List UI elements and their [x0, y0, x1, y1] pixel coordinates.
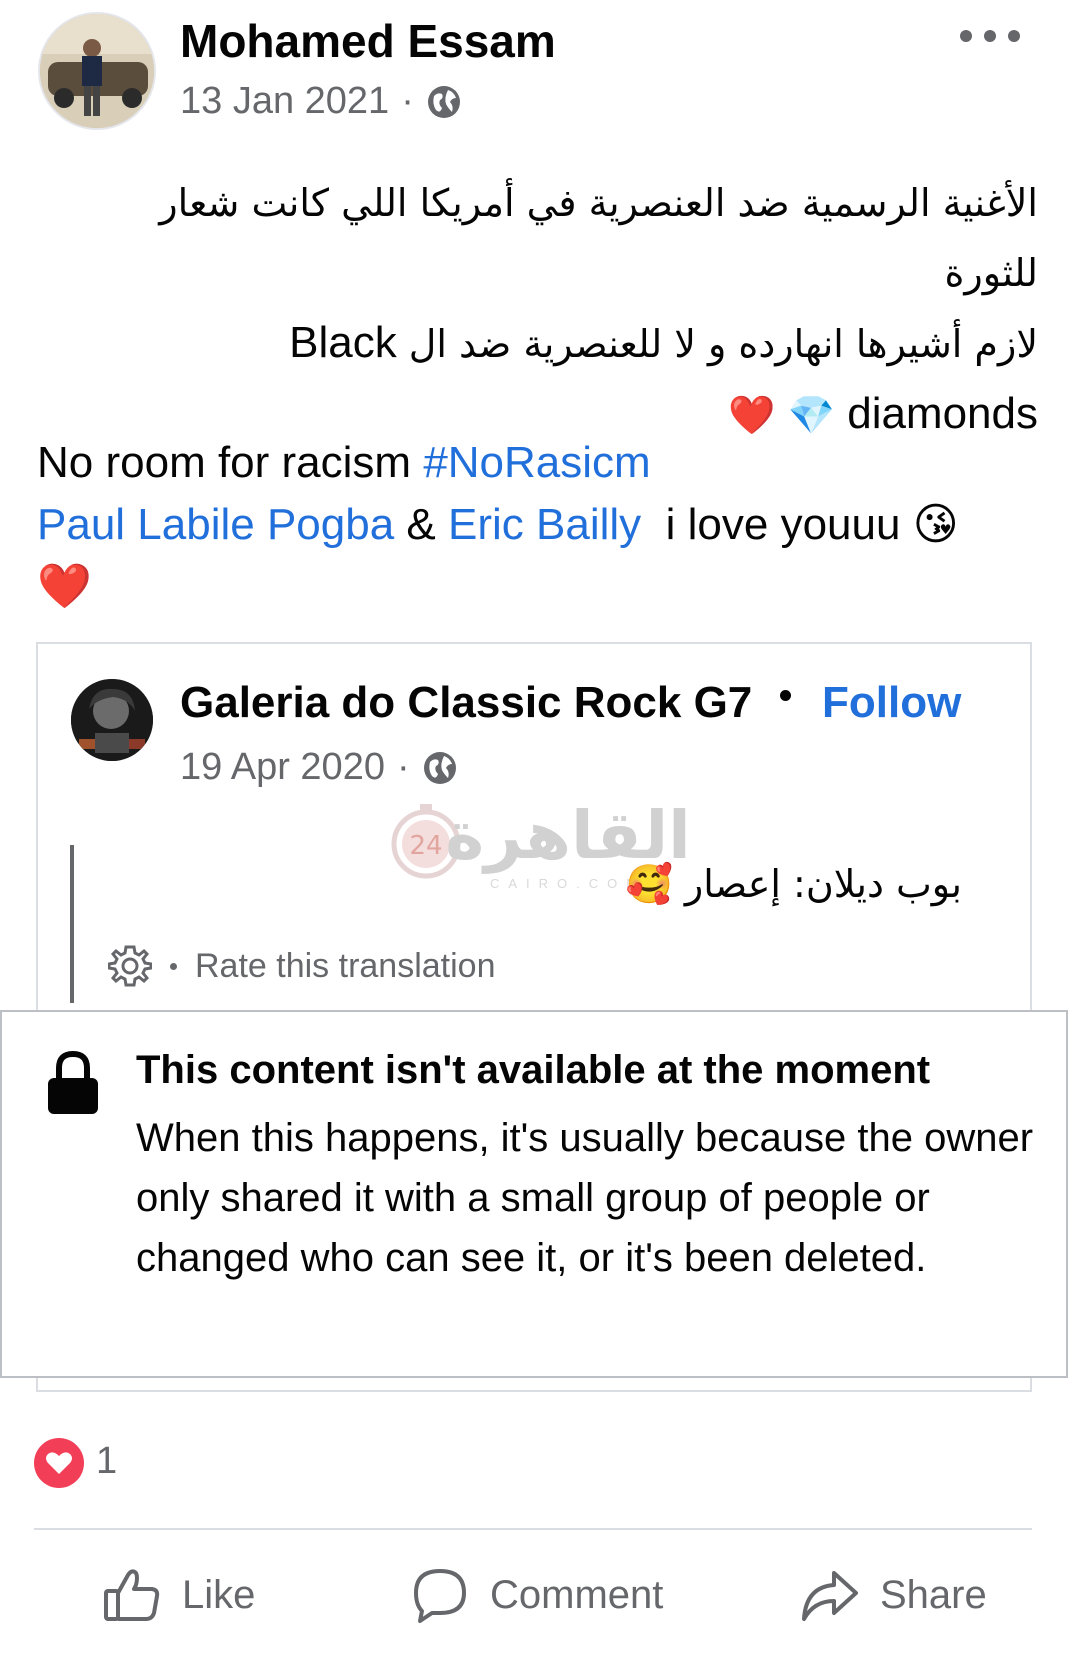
date-separator: · — [401, 80, 414, 122]
author-name[interactable]: Mohamed Essam — [180, 14, 556, 68]
lock-icon — [48, 1050, 98, 1114]
mention-pogba[interactable]: Paul Labile Pogba — [37, 500, 394, 549]
shared-post-date[interactable]: 19 Apr 2020 — [180, 746, 385, 789]
share-label: Share — [880, 1572, 987, 1617]
end-heart-emoji: ❤️ — [37, 562, 92, 611]
no-room-text: No room for racism — [37, 438, 412, 487]
rate-translation-link[interactable]: Rate this translation — [195, 947, 496, 986]
shared-post-meta: 19 Apr 2020 · — [180, 746, 458, 789]
post-text-english: No room for racism #NoRasicm Paul Labile… — [37, 432, 1037, 618]
unavailable-description: When this happens, it's usually because … — [136, 1116, 1034, 1280]
post-meta: 13 Jan 2021 · — [180, 80, 462, 123]
heart-icon — [46, 1452, 72, 1474]
kiss-emoji: 😘 — [912, 500, 959, 549]
post-line-3-english: Black — [289, 318, 397, 367]
watermark-badge: 24 — [409, 831, 442, 861]
more-dot — [984, 30, 996, 42]
unavailable-title: This content isn't available at the mome… — [136, 1048, 931, 1092]
share-icon — [802, 1571, 858, 1621]
love-reaction-icon[interactable] — [34, 1438, 84, 1488]
translated-arabic: بوب ديلان: إعصار — [684, 862, 962, 906]
author-avatar-image — [40, 14, 154, 128]
comment-button[interactable]: Comment — [410, 1562, 663, 1628]
post-line-1: الأغنية الرسمية ضد العنصرية في أمريكا ال… — [159, 181, 1038, 225]
like-button[interactable]: Like — [102, 1562, 255, 1628]
page-avatar-image — [71, 679, 153, 761]
like-label: Like — [182, 1572, 256, 1617]
quote-bar — [70, 845, 74, 1003]
comment-label: Comment — [490, 1572, 664, 1617]
follow-button[interactable]: Follow — [822, 678, 961, 728]
watermark-english: CAIRO.COM — [490, 876, 646, 891]
ampersand: & — [406, 500, 436, 549]
globe-icon — [427, 85, 460, 118]
post-line-3-arabic: لازم أشيرها انهارده و لا للعنصرية ضد ال — [408, 322, 1038, 366]
more-options-icon[interactable] — [960, 20, 1020, 52]
diamonds-text: diamonds — [847, 389, 1038, 438]
post-line-2: للثورة — [944, 251, 1038, 295]
gear-icon[interactable] — [108, 944, 152, 988]
page-avatar[interactable] — [71, 679, 153, 761]
action-divider — [34, 1528, 1032, 1530]
post-line-6: Paul Labile Pogba & Eric Bailly i love y… — [37, 494, 1037, 556]
mention-bailly[interactable]: Eric Bailly — [448, 500, 641, 549]
diamond-emoji: 💎 — [787, 393, 836, 437]
globe-icon — [423, 751, 456, 784]
post-line-5: No room for racism #NoRasicm — [37, 432, 1037, 494]
post-line-3: لازم أشيرها انهارده و لا للعنصرية ضد ال … — [78, 308, 1038, 379]
like-icon — [104, 1569, 160, 1621]
author-avatar[interactable] — [38, 12, 156, 130]
shared-page-name[interactable]: Galeria do Classic Rock G7 — [180, 678, 752, 728]
post-line-7: ❤️ — [37, 556, 1037, 618]
more-dot — [1008, 30, 1020, 42]
shared-date-separator: · — [396, 746, 410, 788]
name-follow-separator — [780, 690, 791, 701]
comment-icon — [414, 1569, 466, 1623]
rate-translation-row: Rate this translation — [108, 944, 496, 988]
translated-text: بوب ديلان: إعصار 🥰 — [625, 862, 962, 907]
post-date[interactable]: 13 Jan 2021 — [180, 80, 389, 123]
rate-separator — [170, 962, 177, 970]
love-text: i love youuu — [665, 500, 901, 549]
hashtag-link[interactable]: #NoRasicm — [423, 438, 650, 487]
reaction-count[interactable]: 1 — [96, 1440, 117, 1483]
red-heart-emoji: ❤️ — [728, 393, 776, 437]
smiling-hearts-emoji: 🥰 — [625, 862, 673, 906]
post-text-arabic: الأغنية الرسمية ضد العنصرية في أمريكا ال… — [78, 168, 1038, 450]
more-dot — [960, 30, 972, 42]
share-button[interactable]: Share — [800, 1562, 987, 1628]
